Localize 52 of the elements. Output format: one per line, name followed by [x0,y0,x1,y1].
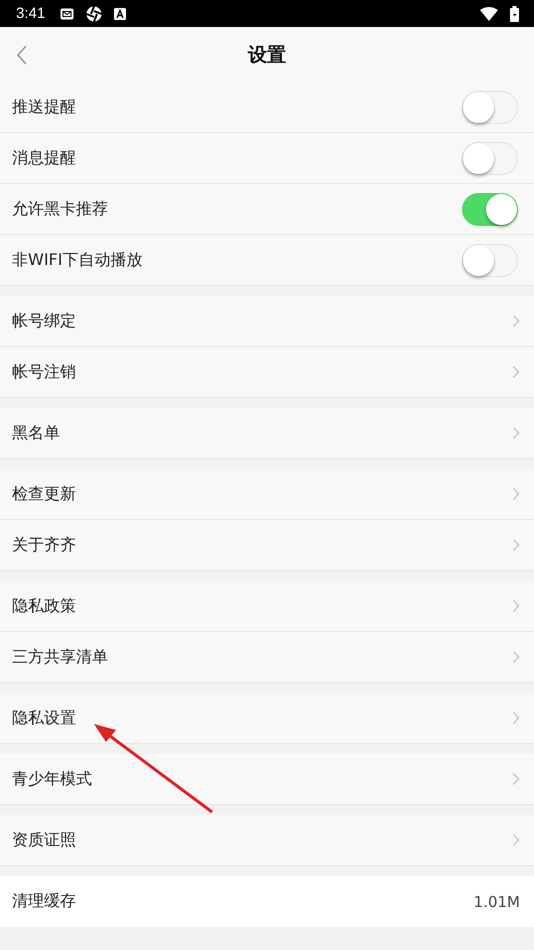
row-label: 黑名单 [12,422,61,444]
toggle-switch[interactable] [462,244,518,276]
settings-row[interactable]: 检查更新 [0,469,534,520]
row-label: 隐私设置 [12,708,77,728]
row-label: 消息提醒 [12,148,77,168]
row-label: 青少年模式 [12,768,93,790]
settings-row[interactable]: 隐私政策 [0,581,534,632]
settings-row[interactable]: 资质证照 [0,815,534,866]
chevron-icon [512,599,520,613]
battery-icon [510,6,519,22]
chevron-icon [512,833,520,847]
chevron-icon [512,314,520,328]
settings-row[interactable]: 帐号绑定 [0,296,534,347]
font-icon [114,8,126,20]
chevron-icon [512,426,520,440]
settings-row[interactable]: 推送提醒 [0,82,534,133]
cache-size: 1.01M [474,892,520,910]
toggle-switch[interactable] [462,142,518,174]
row-label: 检查更新 [12,484,77,504]
status-time: 3:41 [16,5,46,22]
row-label: 非WIFI下自动播放 [12,250,144,270]
row-label: 隐私政策 [12,596,77,616]
settings-row[interactable]: 黑名单 [0,408,534,459]
aperture-icon [86,6,102,22]
settings-row[interactable]: 非WIFI下自动播放 [0,235,534,286]
settings-row[interactable]: 关于齐齐 [0,520,534,571]
row-label: 帐号注销 [12,362,77,382]
chevron-icon [512,772,520,786]
settings-row[interactable]: 隐私设置 [0,693,534,744]
row-label: 关于齐齐 [12,534,77,556]
toggle-switch[interactable] [462,192,518,226]
toggle-switch[interactable] [462,90,518,124]
chevron-icon [512,487,520,501]
row-label: 清理缓存 [12,891,77,912]
settings-row[interactable]: 允许黑卡推荐 [0,184,534,235]
settings-row[interactable]: 帐号注销 [0,347,534,398]
settings-row[interactable]: 三方共享清单 [0,632,534,683]
chevron-icon [512,711,520,725]
settings-row[interactable]: 青少年模式 [0,754,534,805]
row-label: 三方共享清单 [12,646,109,668]
chevron-icon [512,650,520,664]
page-title: 设置 [246,42,287,68]
chevron-icon [512,538,520,552]
row-label: 帐号绑定 [12,310,77,332]
mail-icon [60,8,74,20]
row-label: 资质证照 [12,830,77,850]
row-label: 推送提醒 [12,96,77,118]
wifi-icon [480,6,498,20]
back-icon [16,44,28,66]
settings-row[interactable]: 消息提醒 [0,133,534,184]
row-label: 允许黑卡推荐 [12,198,109,220]
chevron-icon [512,365,520,379]
